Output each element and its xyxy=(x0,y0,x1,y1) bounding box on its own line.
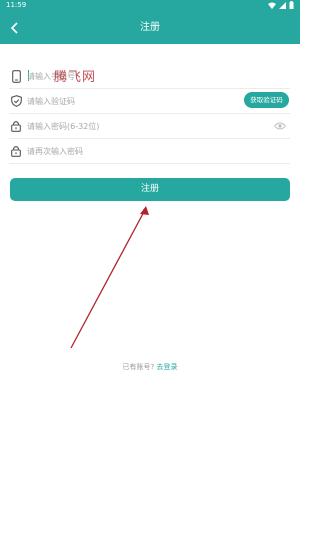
watermark-text: 腾飞网 xyxy=(54,70,97,85)
code-row: 获取验证码 xyxy=(9,89,290,114)
status-time: 11:59 xyxy=(6,1,27,9)
signal-icon xyxy=(279,1,286,9)
confirm-password-input[interactable] xyxy=(27,141,227,161)
status-bar: 11:59 xyxy=(0,0,300,12)
login-link[interactable]: 去登录 xyxy=(156,363,177,371)
eye-icon[interactable] xyxy=(274,121,286,131)
password-row xyxy=(9,114,290,139)
register-button[interactable]: 注册 xyxy=(10,178,290,201)
lock-icon xyxy=(9,119,23,133)
status-icons xyxy=(268,1,294,9)
battery-icon xyxy=(289,1,294,9)
phone-icon xyxy=(9,69,23,83)
get-code-button[interactable]: 获取验证码 xyxy=(244,92,289,108)
wifi-icon xyxy=(268,2,276,9)
phone-row xyxy=(9,64,290,89)
confirm-password-row xyxy=(9,139,290,164)
login-prompt: 已有账号? 去登录 xyxy=(0,362,300,372)
login-hint: 已有账号? xyxy=(122,363,155,371)
code-input[interactable] xyxy=(27,91,227,111)
lock-icon xyxy=(9,144,23,158)
shield-icon xyxy=(9,94,23,108)
app-bar: 注册 xyxy=(0,12,300,44)
page-title: 注册 xyxy=(140,22,160,33)
password-input[interactable] xyxy=(27,116,227,136)
